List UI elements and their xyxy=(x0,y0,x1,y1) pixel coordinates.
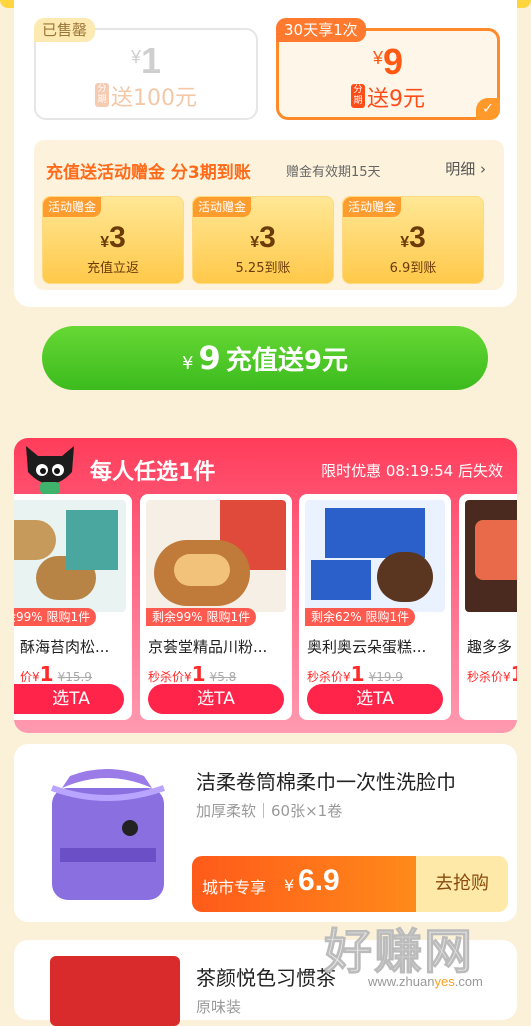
product-name: 趣多多 xyxy=(467,638,513,656)
product-card[interactable]: 剩余62% 限购1件 奥利奥云朵蛋糕... 秒杀价¥1 ¥19.9 选TA xyxy=(299,494,451,720)
product-spec: 原味装 xyxy=(196,998,242,1016)
product-price: 秒杀价¥1 xyxy=(467,662,517,686)
product-image xyxy=(50,769,165,900)
select-button[interactable]: 选TA xyxy=(148,684,284,714)
bonus-item: 活动赠金 ¥3 充值立返 xyxy=(42,196,184,284)
product-image xyxy=(14,500,126,612)
product-name: 京荟堂精品川粉... xyxy=(148,638,268,656)
product-name: 奥利奥云朵蛋糕... xyxy=(307,638,427,656)
product-card[interactable]: 趣多多 秒杀价¥1 xyxy=(459,494,517,720)
detail-link[interactable]: 明细 › xyxy=(445,158,486,179)
product-image xyxy=(465,500,517,612)
stock-badge: 剩余99% 限购1件 xyxy=(146,608,257,626)
check-icon: ✓ xyxy=(476,98,500,120)
bonus-note: 赠金有效期15天 xyxy=(286,165,381,180)
option-gift: 分期 送9元 xyxy=(279,81,497,113)
product-price: 秒杀价¥1 ¥19.9 xyxy=(307,662,403,686)
recharge-button[interactable]: ¥ 9 充值送9元 xyxy=(42,326,488,390)
tmall-cat-icon xyxy=(26,446,74,494)
product-spec: 加厚柔软｜60张×1卷 xyxy=(196,802,343,820)
option-gift: 分期 送100元 xyxy=(36,80,256,112)
installment-badge: 分期 xyxy=(351,84,365,108)
option-amount: ¥1 xyxy=(130,40,162,81)
deal-title: 每人任选1件 xyxy=(90,460,216,485)
bonus-panel: 充值送活动赠金 分3期到账 赠金有效期15天 明细 › 活动赠金 ¥3 充值立返… xyxy=(34,140,504,290)
bonus-item: 活动赠金 ¥3 5.25到账 xyxy=(192,196,334,284)
flash-deal-section: 每人任选1件 限时优惠 08:19:54 后失效 剩余99% 限购1件 酥海苔肉… xyxy=(14,438,517,733)
product-name: 洁柔卷筒棉柔巾一次性洗脸巾 xyxy=(196,770,456,794)
product-card[interactable]: 剩余99% 限购1件 京荟堂精品川粉... 秒杀价¥1 ¥5.8 选TA xyxy=(140,494,292,720)
product-image xyxy=(50,956,180,1026)
bonus-title: 充值送活动赠金 分3期到账 xyxy=(46,163,251,183)
sold-out-tag: 已售罄 xyxy=(34,18,96,42)
product-item[interactable]: 洁柔卷筒棉柔巾一次性洗脸巾 加厚柔软｜60张×1卷 城市专享 ¥ 6.9 去抢购 xyxy=(14,744,517,922)
limit-tag: 30天享1次 xyxy=(276,18,366,42)
buy-button[interactable]: 去抢购 xyxy=(416,856,508,912)
recharge-option-1[interactable]: 已售罄 ¥1 分期 送100元 xyxy=(34,18,258,120)
recharge-card: 已售罄 ¥1 分期 送100元 30天享1次 ¥9 分期 送9元 ✓ 充值送活动赠金… xyxy=(14,0,517,307)
price-bar: 城市专享 ¥ 6.9 去抢购 xyxy=(192,856,508,912)
product-image xyxy=(305,500,445,612)
select-button[interactable]: 选TA xyxy=(14,684,124,714)
product-image xyxy=(146,500,286,612)
option-amount: ¥9 xyxy=(372,41,404,82)
deal-timer: 限时优惠 08:19:54 后失效 xyxy=(321,462,503,480)
product-card[interactable]: 剩余99% 限购1件 酥海苔肉松... 价¥1¥15.9 选TA xyxy=(14,494,132,720)
product-price: 价¥1 ¥15.9 xyxy=(20,662,92,686)
watermark: 好赚网 www.zhuanyes.com xyxy=(323,924,483,990)
bonus-item: 活动赠金 ¥3 6.9到账 xyxy=(342,196,484,284)
stock-badge: 剩余99% 限购1件 xyxy=(14,608,97,626)
product-name: 酥海苔肉松... xyxy=(20,638,110,656)
product-price: 秒杀价¥1 ¥5.8 xyxy=(148,662,237,686)
city-price: 城市专享 ¥ 6.9 xyxy=(192,856,416,912)
installment-badge: 分期 xyxy=(95,83,109,107)
stock-badge: 剩余62% 限购1件 xyxy=(305,608,416,626)
select-button[interactable]: 选TA xyxy=(307,684,443,714)
recharge-option-2[interactable]: 30天享1次 ¥9 分期 送9元 ✓ xyxy=(276,18,500,120)
product-name: 茶颜悦色习惯茶 xyxy=(196,966,336,990)
